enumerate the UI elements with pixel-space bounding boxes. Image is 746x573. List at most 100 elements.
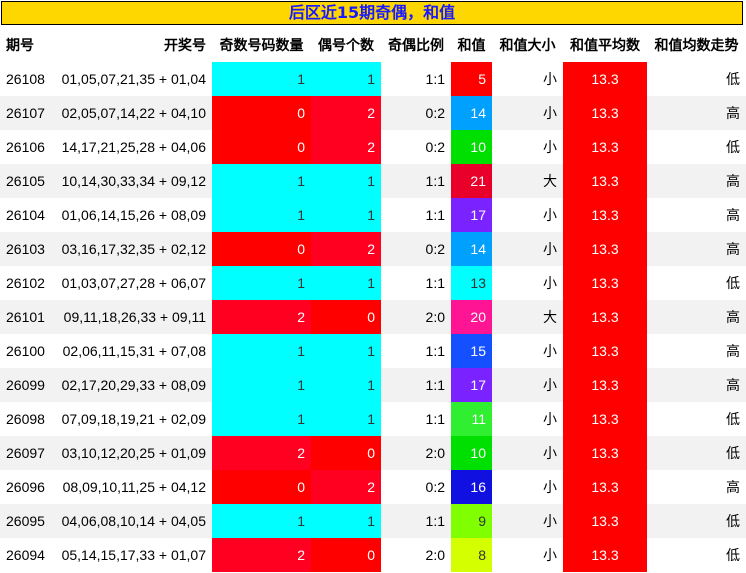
period-cell: 26100 bbox=[0, 334, 55, 368]
numbers-cell: 05,14,15,17,33 + 01,07 bbox=[55, 538, 212, 572]
even-count-cell: 2 bbox=[311, 470, 381, 504]
period-cell: 26102 bbox=[0, 266, 55, 300]
header-numbers: 开奖号 bbox=[55, 27, 212, 62]
ratio-cell: 1:1 bbox=[381, 334, 451, 368]
odd-count-cell: 2 bbox=[212, 436, 311, 470]
even-count-cell: 0 bbox=[311, 538, 381, 572]
even-count-cell: 0 bbox=[311, 436, 381, 470]
average-trend-cell: 低 bbox=[647, 62, 746, 96]
sum-size-cell: 小 bbox=[492, 334, 563, 368]
odd-count-cell: 1 bbox=[212, 198, 311, 232]
numbers-cell: 08,09,10,11,25 + 04,12 bbox=[55, 470, 212, 504]
odd-count-cell: 2 bbox=[212, 538, 311, 572]
header-period: 期号 bbox=[0, 27, 55, 62]
ratio-cell: 0:2 bbox=[381, 470, 451, 504]
average-trend-cell: 低 bbox=[647, 266, 746, 300]
sum-size-cell: 小 bbox=[492, 62, 563, 96]
period-cell: 26103 bbox=[0, 232, 55, 266]
sum-cell: 8 bbox=[451, 538, 492, 572]
sum-size-cell: 小 bbox=[492, 538, 563, 572]
ratio-cell: 2:0 bbox=[381, 300, 451, 334]
period-cell: 26106 bbox=[0, 130, 55, 164]
table-row: 26095 04,06,08,10,14 + 04,05 1 1 1:1 9 小 13.3 低 bbox=[0, 504, 746, 538]
average-trend-cell: 高 bbox=[647, 300, 746, 334]
odd-count-cell: 1 bbox=[212, 368, 311, 402]
table-row: 26107 02,05,07,14,22 + 04,10 0 2 0:2 14 小 13.3 高 bbox=[0, 96, 746, 130]
period-cell: 26098 bbox=[0, 402, 55, 436]
sum-average-cell: 13.3 bbox=[563, 334, 647, 368]
average-trend-cell: 低 bbox=[647, 436, 746, 470]
ratio-cell: 1:1 bbox=[381, 402, 451, 436]
average-trend-cell: 高 bbox=[647, 198, 746, 232]
even-count-cell: 1 bbox=[311, 164, 381, 198]
odd-count-cell: 0 bbox=[212, 96, 311, 130]
even-count-cell: 1 bbox=[311, 504, 381, 538]
sum-cell: 15 bbox=[451, 334, 492, 368]
average-trend-cell: 低 bbox=[647, 402, 746, 436]
ratio-cell: 1:1 bbox=[381, 266, 451, 300]
ratio-cell: 1:1 bbox=[381, 164, 451, 198]
period-cell: 26094 bbox=[0, 538, 55, 572]
sum-cell: 10 bbox=[451, 436, 492, 470]
odd-count-cell: 1 bbox=[212, 504, 311, 538]
sum-size-cell: 小 bbox=[492, 470, 563, 504]
odd-count-cell: 0 bbox=[212, 232, 311, 266]
even-count-cell: 2 bbox=[311, 232, 381, 266]
table-row: 26104 01,06,14,15,26 + 08,09 1 1 1:1 17 小 13.3 高 bbox=[0, 198, 746, 232]
sum-cell: 16 bbox=[451, 470, 492, 504]
ratio-cell: 1:1 bbox=[381, 62, 451, 96]
sum-size-cell: 小 bbox=[492, 402, 563, 436]
table-row: 26105 10,14,30,33,34 + 09,12 1 1 1:1 21 大 13.3 高 bbox=[0, 164, 746, 198]
sum-average-cell: 13.3 bbox=[563, 538, 647, 572]
sum-cell: 5 bbox=[451, 62, 492, 96]
average-trend-cell: 低 bbox=[647, 130, 746, 164]
sum-cell: 20 bbox=[451, 300, 492, 334]
average-trend-cell: 高 bbox=[647, 470, 746, 504]
sum-size-cell: 大 bbox=[492, 300, 563, 334]
sum-average-cell: 13.3 bbox=[563, 504, 647, 538]
numbers-cell: 04,06,08,10,14 + 04,05 bbox=[55, 504, 212, 538]
odd-count-cell: 1 bbox=[212, 62, 311, 96]
period-cell: 26104 bbox=[0, 198, 55, 232]
sum-size-cell: 小 bbox=[492, 130, 563, 164]
parity-sum-table: 期号 开奖号 奇数号码数量 偶号个数 奇偶比例 和值 和值大小 和值平均数 和值… bbox=[0, 27, 746, 572]
sum-average-cell: 13.3 bbox=[563, 470, 647, 504]
sum-average-cell: 13.3 bbox=[563, 436, 647, 470]
even-count-cell: 2 bbox=[311, 96, 381, 130]
even-count-cell: 2 bbox=[311, 130, 381, 164]
period-cell: 26101 bbox=[0, 300, 55, 334]
sum-average-cell: 13.3 bbox=[563, 402, 647, 436]
header-sum: 和值 bbox=[451, 27, 492, 62]
sum-cell: 17 bbox=[451, 368, 492, 402]
even-count-cell: 0 bbox=[311, 300, 381, 334]
average-trend-cell: 高 bbox=[647, 334, 746, 368]
sum-size-cell: 小 bbox=[492, 266, 563, 300]
header-row: 期号 开奖号 奇数号码数量 偶号个数 奇偶比例 和值 和值大小 和值平均数 和值… bbox=[0, 27, 746, 62]
sum-average-cell: 13.3 bbox=[563, 96, 647, 130]
period-cell: 26107 bbox=[0, 96, 55, 130]
header-ratio: 奇偶比例 bbox=[381, 27, 451, 62]
odd-count-cell: 0 bbox=[212, 130, 311, 164]
sum-cell: 14 bbox=[451, 232, 492, 266]
even-count-cell: 1 bbox=[311, 198, 381, 232]
ratio-cell: 0:2 bbox=[381, 130, 451, 164]
even-count-cell: 1 bbox=[311, 368, 381, 402]
table-row: 26094 05,14,15,17,33 + 01,07 2 0 2:0 8 小 13.3 低 bbox=[0, 538, 746, 572]
even-count-cell: 1 bbox=[311, 402, 381, 436]
numbers-cell: 01,03,07,27,28 + 06,07 bbox=[55, 266, 212, 300]
sum-size-cell: 小 bbox=[492, 96, 563, 130]
average-trend-cell: 高 bbox=[647, 232, 746, 266]
average-trend-cell: 高 bbox=[647, 164, 746, 198]
header-odd-count: 奇数号码数量 bbox=[212, 27, 311, 62]
numbers-cell: 02,05,07,14,22 + 04,10 bbox=[55, 96, 212, 130]
average-trend-cell: 高 bbox=[647, 96, 746, 130]
sum-size-cell: 小 bbox=[492, 198, 563, 232]
even-count-cell: 1 bbox=[311, 266, 381, 300]
numbers-cell: 01,06,14,15,26 + 08,09 bbox=[55, 198, 212, 232]
table-row: 26097 03,10,12,20,25 + 01,09 2 0 2:0 10 小 13.3 低 bbox=[0, 436, 746, 470]
header-sum-average: 和值平均数 bbox=[563, 27, 647, 62]
numbers-cell: 03,10,12,20,25 + 01,09 bbox=[55, 436, 212, 470]
odd-count-cell: 2 bbox=[212, 300, 311, 334]
sum-average-cell: 13.3 bbox=[563, 130, 647, 164]
sum-cell: 11 bbox=[451, 402, 492, 436]
